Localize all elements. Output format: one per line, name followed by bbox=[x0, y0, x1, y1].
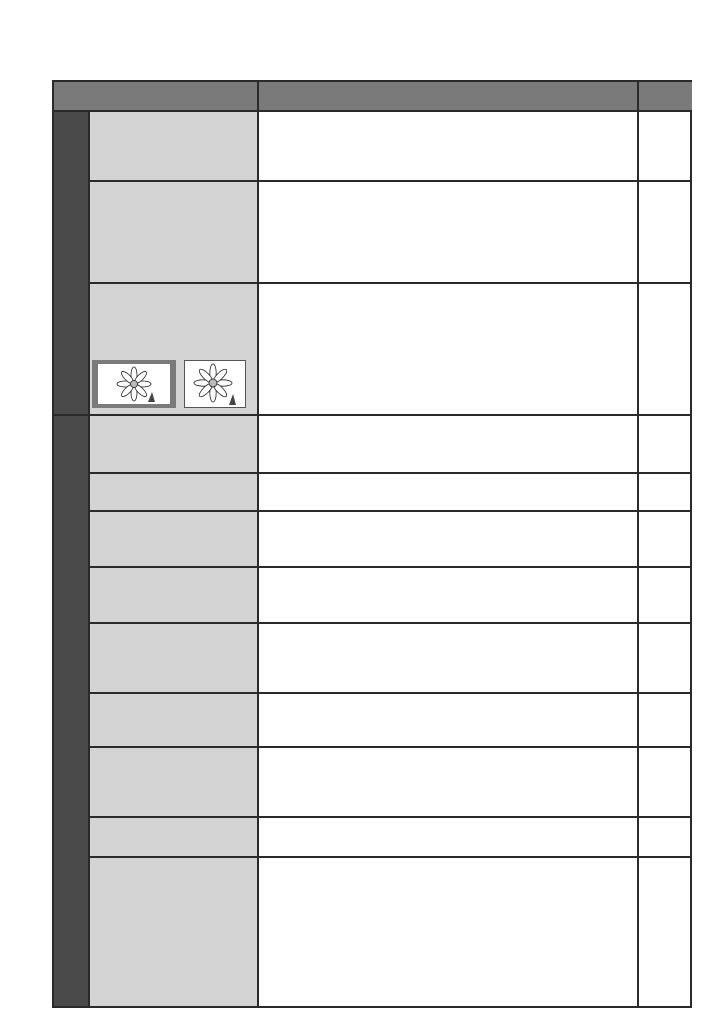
row-divider bbox=[88, 816, 690, 818]
table-row-name bbox=[88, 748, 258, 816]
row-divider bbox=[88, 746, 690, 748]
table-row-name bbox=[88, 112, 258, 180]
table-row-name bbox=[88, 512, 258, 566]
document-page bbox=[0, 0, 726, 1032]
table-row-name bbox=[88, 182, 258, 282]
table-row-name bbox=[88, 624, 258, 692]
row-divider bbox=[88, 472, 690, 474]
table-row-name bbox=[88, 818, 258, 856]
row-divider bbox=[88, 566, 690, 568]
column-divider bbox=[637, 82, 639, 1006]
row-divider bbox=[88, 282, 690, 284]
column-divider bbox=[88, 110, 90, 1006]
group-side-bar-1 bbox=[54, 112, 88, 414]
row-divider bbox=[88, 856, 690, 858]
thumbnail-framed bbox=[92, 360, 176, 408]
table-header-item bbox=[54, 82, 258, 110]
group-divider bbox=[54, 414, 88, 416]
row-divider bbox=[88, 622, 690, 624]
flower-icon bbox=[193, 363, 236, 405]
table-row-name bbox=[88, 474, 258, 510]
settings-table bbox=[52, 80, 692, 1008]
row-divider bbox=[88, 510, 690, 512]
table-row-name bbox=[88, 694, 258, 746]
row-divider bbox=[88, 180, 690, 182]
table-header-description bbox=[258, 82, 638, 110]
group-side-bar-2 bbox=[54, 416, 88, 1006]
table-header-page bbox=[638, 82, 692, 110]
table-row-name bbox=[88, 858, 258, 1006]
table-row-name bbox=[88, 416, 258, 472]
flower-icon bbox=[116, 366, 155, 402]
row-divider bbox=[88, 414, 690, 416]
table-row-name bbox=[88, 568, 258, 622]
column-divider bbox=[257, 82, 259, 1006]
row-divider bbox=[88, 692, 690, 694]
thumbnail-plain bbox=[184, 360, 246, 408]
